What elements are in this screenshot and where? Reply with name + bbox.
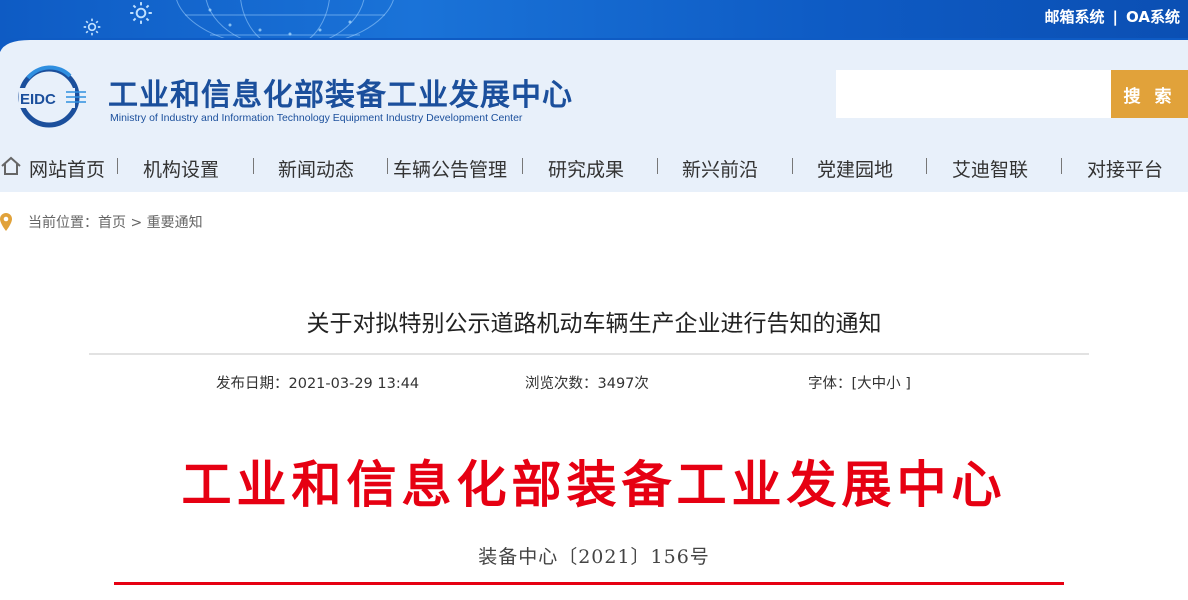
breadcrumb-prefix: 当前位置：	[28, 215, 98, 231]
nav-item-platform[interactable]: 对接平台	[1087, 155, 1163, 182]
nav-separator	[1061, 158, 1062, 174]
nav-item-frontier[interactable]: 新兴前沿	[682, 155, 758, 182]
document-header: 工业和信息化部装备工业发展中心	[181, 455, 1007, 514]
view-count: 浏览次数：3497次	[525, 376, 649, 392]
breadcrumb-arrow: >	[126, 215, 147, 231]
nav-item-party-building[interactable]: 党建园地	[817, 155, 893, 182]
font-size-large[interactable]: 大	[857, 376, 872, 392]
home-icon	[1, 156, 21, 175]
breadcrumb-text: 当前位置：首页 > 重要通知	[28, 212, 203, 232]
nav-separator	[657, 158, 658, 174]
nav-item-home[interactable]: 网站首页	[29, 155, 105, 182]
mail-system-link[interactable]: 邮箱系统	[1045, 6, 1105, 27]
top-links: 邮箱系统 | OA系统	[1045, 6, 1180, 27]
font-size-label: 字体：	[808, 376, 852, 392]
site-title: 工业和信息化部装备工业发展中心	[108, 78, 573, 113]
top-bar: 邮箱系统 | OA系统	[0, 0, 1188, 39]
title-divider	[89, 353, 1089, 355]
nav-item-research[interactable]: 研究成果	[548, 155, 624, 182]
nav-separator	[387, 158, 388, 174]
nav-separator	[792, 158, 793, 174]
globe-graphic	[176, 0, 394, 39]
nav-separator	[522, 158, 523, 174]
site-title-english: Ministry of Industry and Information Tec…	[110, 112, 523, 124]
nav-item-news[interactable]: 新闻动态	[278, 155, 354, 182]
logo-text: EIDC	[20, 91, 56, 108]
document-number: 装备中心〔2021〕156号	[478, 546, 710, 568]
article-title: 关于对拟特别公示道路机动车辆生产企业进行告知的通知	[306, 311, 882, 337]
nav-separator	[253, 158, 254, 174]
top-link-separator: |	[1112, 7, 1119, 26]
location-pin-icon	[0, 213, 12, 231]
font-size-bracket-close: ]	[900, 376, 911, 392]
nav-separator	[117, 158, 118, 174]
eidc-logo[interactable]: EIDC	[16, 64, 88, 130]
nav-item-vehicle-announcement[interactable]: 车辆公告管理	[393, 155, 507, 182]
search-input[interactable]	[836, 70, 1112, 118]
gear-icon	[130, 2, 152, 24]
document-red-line	[114, 582, 1064, 585]
nav-item-organization[interactable]: 机构设置	[143, 155, 219, 182]
font-size-small[interactable]: 小	[886, 376, 901, 392]
breadcrumb-home-link[interactable]: 首页	[98, 215, 126, 231]
nav-item-eidc-connect[interactable]: 艾迪智联	[952, 155, 1028, 182]
search-button[interactable]: 搜 索	[1111, 70, 1188, 118]
font-size-control: 字体：[大中小 ]	[808, 372, 911, 393]
publish-date: 发布日期：2021-03-29 13:44	[216, 376, 420, 392]
nav-separator	[926, 158, 927, 174]
breadcrumb-current[interactable]: 重要通知	[147, 215, 203, 231]
oa-system-link[interactable]: OA系统	[1126, 6, 1180, 27]
header-curve	[0, 38, 1188, 52]
gear-icon	[83, 18, 101, 36]
font-size-medium[interactable]: 中	[872, 376, 887, 392]
main-nav: 网站首页 机构设置 新闻动态 车辆公告管理 研究成果 新兴前沿 党建园地 艾迪智…	[0, 141, 1188, 192]
